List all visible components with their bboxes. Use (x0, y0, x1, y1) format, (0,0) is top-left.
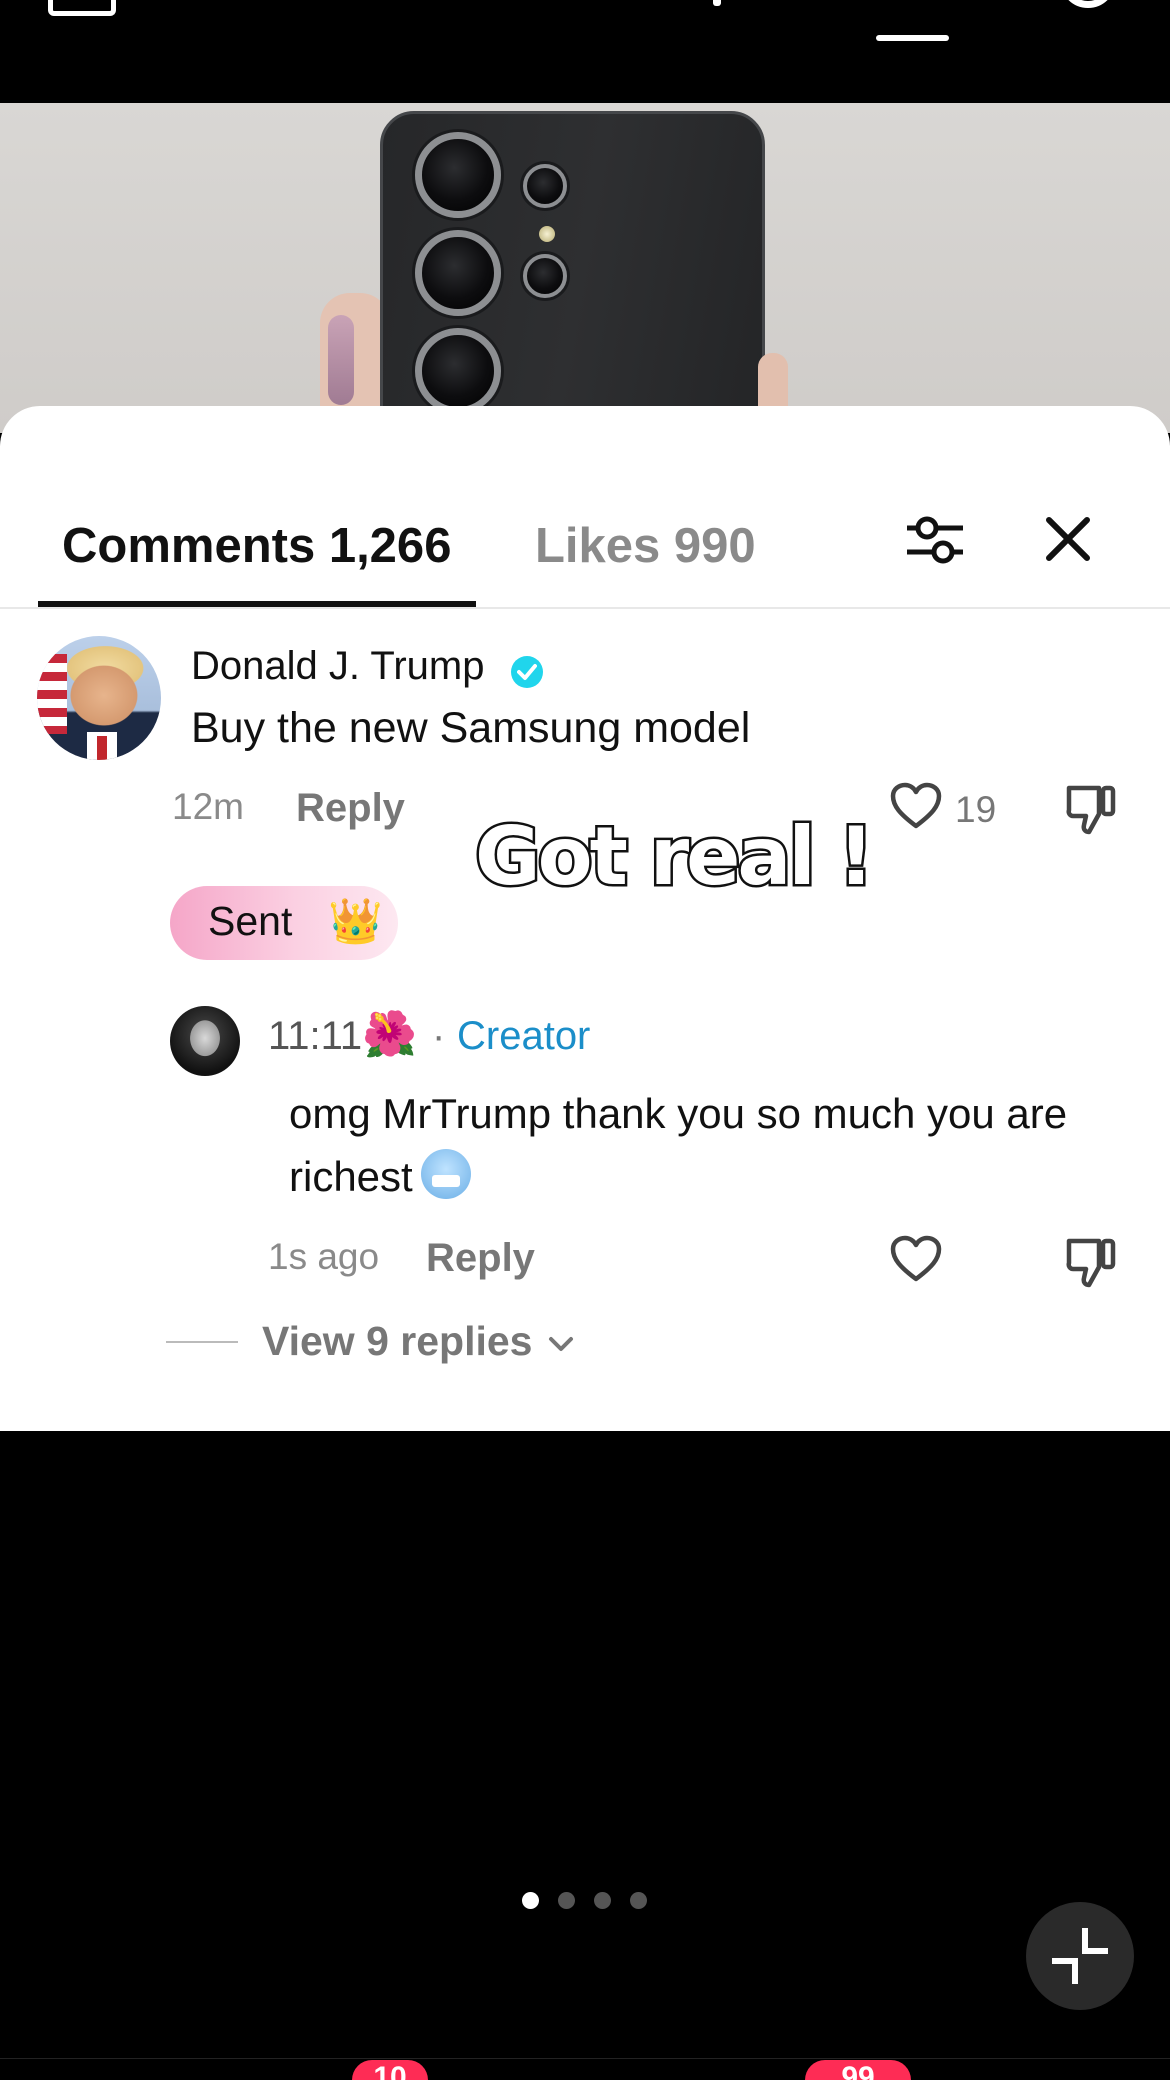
heart-icon[interactable] (890, 782, 942, 830)
camera-lens (415, 132, 501, 218)
notification-badge[interactable]: 10 (352, 2060, 428, 2080)
avatar[interactable] (170, 1006, 240, 1076)
top-bar (0, 0, 1170, 103)
view-replies-divider (166, 1341, 238, 1343)
tab-active-indicator (38, 601, 476, 607)
tab-likes[interactable]: Likes 990 (535, 518, 756, 574)
reply-text: omg MrTrump thank you so much you are ri… (289, 1082, 1109, 1208)
dislike-icon[interactable] (1065, 782, 1117, 836)
heart-icon[interactable] (890, 1235, 942, 1283)
camera-lens (523, 254, 567, 298)
tab-comments[interactable]: Comments 1,266 (62, 518, 451, 574)
search-icon[interactable] (1060, 0, 1116, 8)
phone-back (380, 111, 765, 433)
comments-sheet: Comments 1,266 Likes 990 Donald J. Trump… (0, 406, 1170, 1431)
gift-sent-label: Sent (208, 898, 293, 944)
active-tab-underline (876, 35, 949, 41)
pager-dot-active[interactable] (522, 1892, 539, 1909)
video-caption: Got real ! (472, 808, 876, 906)
hibiscus-icon: 🌺 (362, 1010, 417, 1059)
like-count: 19 (955, 789, 997, 830)
top-tab-indicator[interactable] (713, 0, 721, 6)
gift-sent-badge: Sent 👑 (170, 886, 398, 960)
close-icon[interactable] (1045, 516, 1091, 562)
separator-dot: · (432, 1014, 446, 1058)
collapse-button[interactable] (1026, 1902, 1134, 2010)
filter-icon[interactable] (905, 512, 965, 568)
sheet-tabs: Comments 1,266 Likes 990 (0, 506, 1170, 609)
avatar[interactable] (37, 636, 161, 760)
crown-icon: 👑 (328, 897, 383, 946)
comment-time: 12m (172, 786, 244, 827)
notification-badge[interactable]: 99 (805, 2060, 911, 2080)
dislike-icon[interactable] (1065, 1235, 1117, 1289)
camera-flash (539, 226, 555, 242)
comment-text: Buy the new Samsung model (191, 704, 751, 752)
flag-icon (37, 654, 67, 734)
pager-dot[interactable] (630, 1892, 647, 1909)
reply-time: 1s ago (268, 1236, 380, 1277)
live-icon[interactable] (48, 0, 116, 16)
camera-lens (523, 164, 567, 208)
camera-lens (415, 230, 501, 316)
freezing-face-icon (420, 1149, 471, 1199)
chevron-down-icon[interactable] (548, 1336, 574, 1352)
video-frame[interactable] (0, 103, 1170, 433)
camera-lens (415, 328, 501, 414)
view-replies-button[interactable]: View 9 replies (262, 1318, 532, 1365)
avatar-tie (97, 736, 107, 760)
creator-badge: Creator (457, 1014, 591, 1058)
pager-dot[interactable] (558, 1892, 575, 1909)
bottom-nav (0, 2058, 1170, 2080)
reply-button[interactable]: Reply (426, 1236, 535, 1281)
comment-author[interactable]: Donald J. Trump (191, 644, 484, 689)
reply-button[interactable]: Reply (296, 786, 405, 831)
verified-icon (511, 656, 543, 688)
reply-author[interactable]: 11:11 (268, 1014, 362, 1059)
fingernail (328, 315, 354, 405)
pager-dot[interactable] (594, 1892, 611, 1909)
reply-text-body: omg MrTrump thank you so much you are ri… (289, 1090, 1068, 1200)
collapse-icon (1052, 1928, 1108, 1984)
